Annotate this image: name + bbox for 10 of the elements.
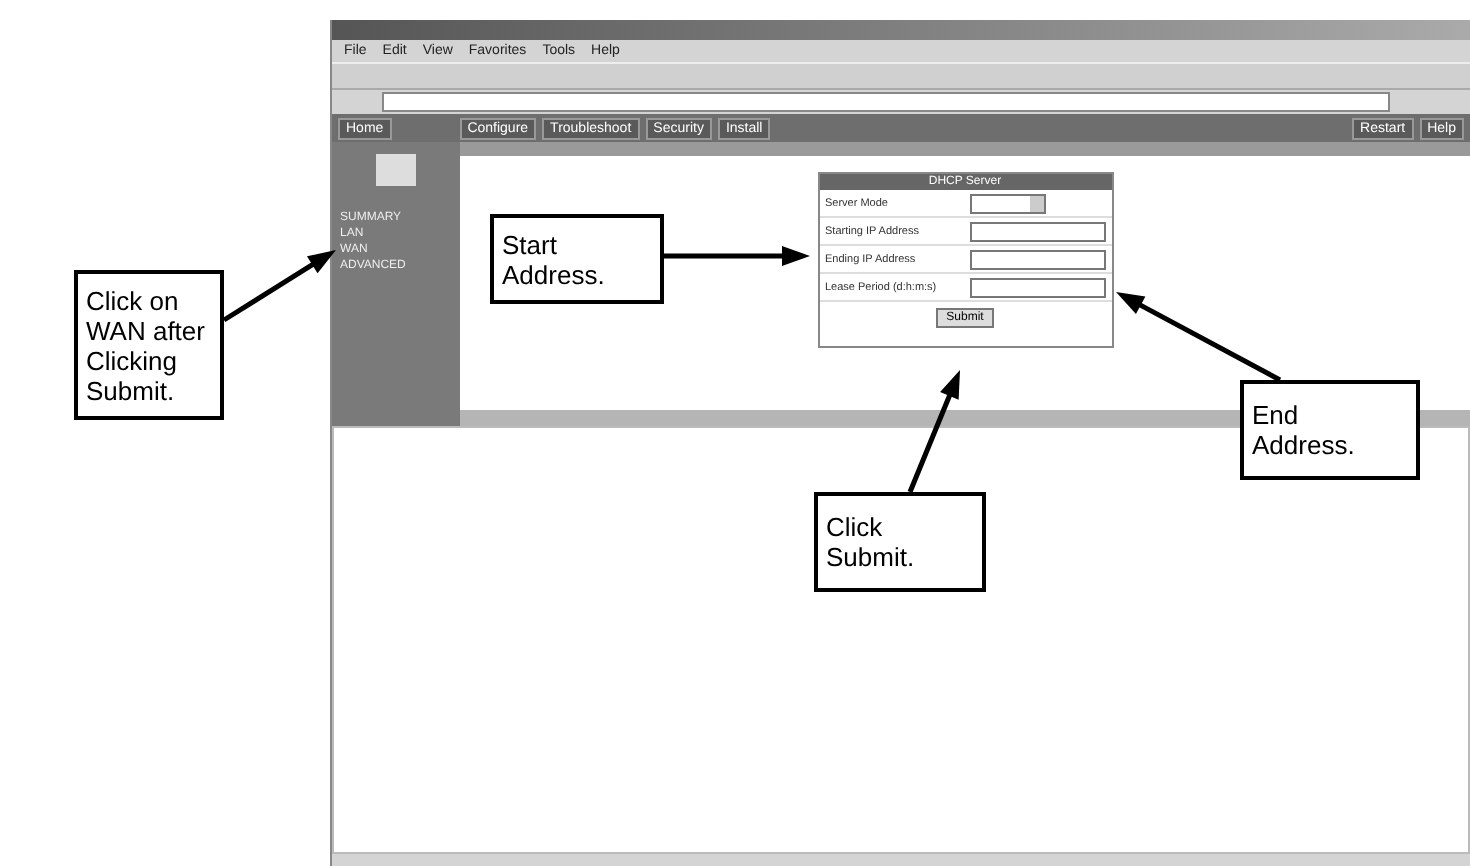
- input-field[interactable]: [969, 277, 1105, 297]
- callout-text: End Address.: [1252, 400, 1357, 460]
- input-field[interactable]: [969, 221, 1105, 241]
- dropdown[interactable]: [969, 193, 1045, 213]
- callout-text: Start Address.: [502, 229, 607, 289]
- callout-text: Click on WAN after Clicking Submit.: [86, 285, 207, 405]
- input-field[interactable]: [969, 249, 1105, 269]
- logo-icon: [376, 154, 416, 186]
- callout-text: Click Submit.: [826, 512, 917, 572]
- address-field[interactable]: [382, 92, 1390, 112]
